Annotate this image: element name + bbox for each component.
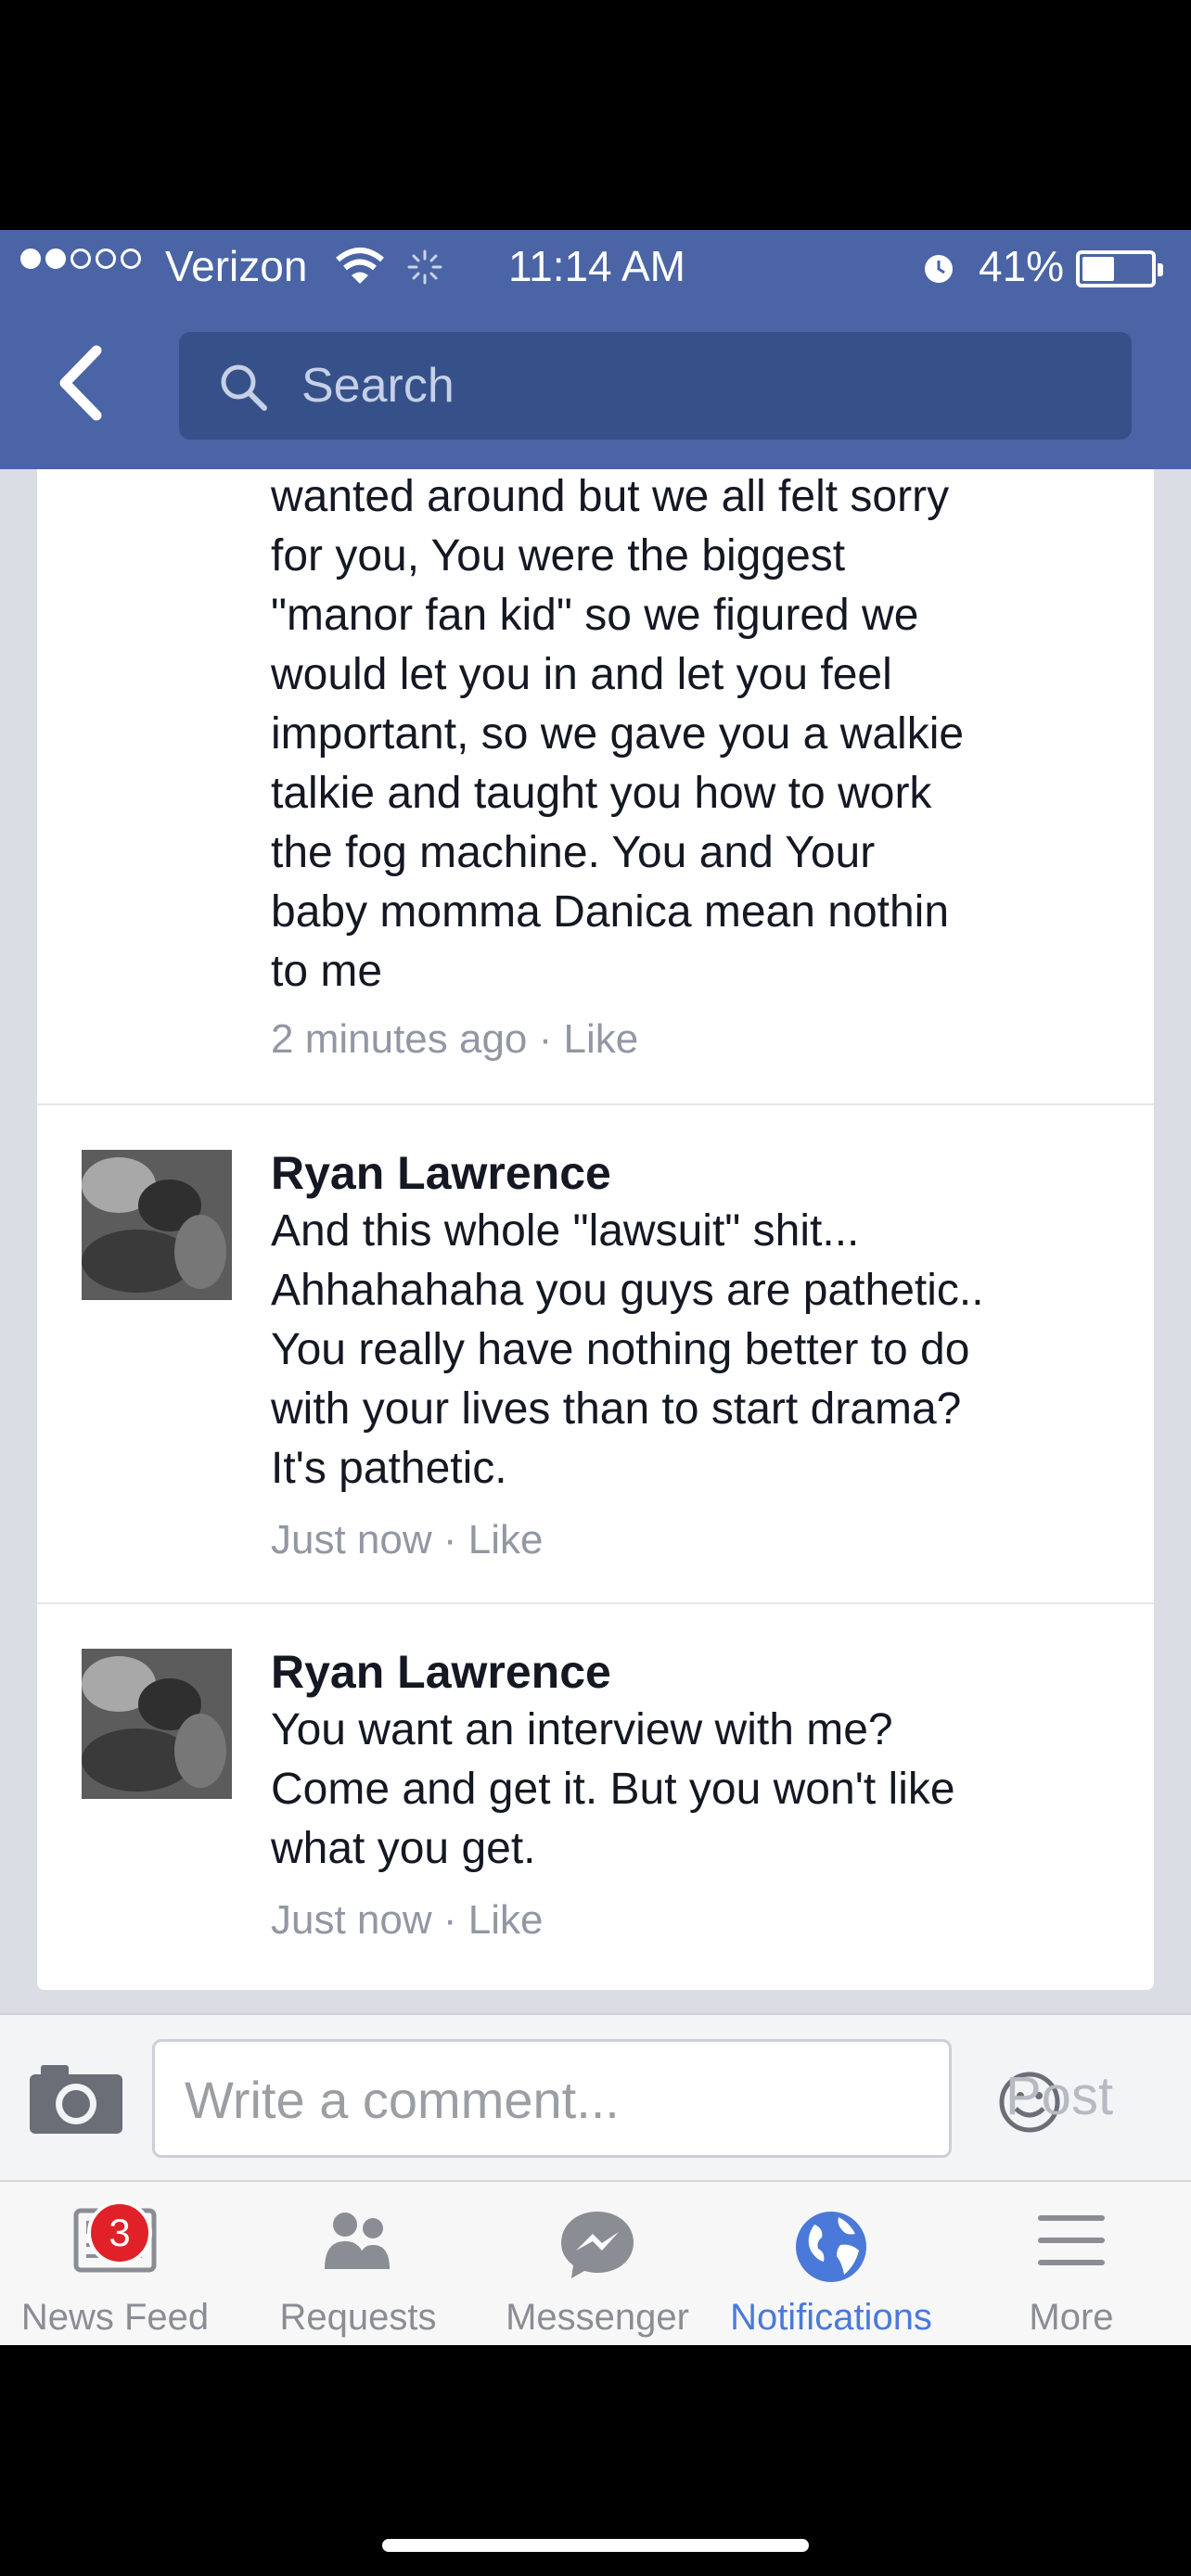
comment-timestamp: Just now xyxy=(271,1517,432,1562)
comment-author[interactable]: Ryan Lawrence xyxy=(271,1146,611,1200)
comment-line: would let you in and let you feel xyxy=(271,650,892,699)
comment-meta: Just now · Like xyxy=(271,1897,544,1943)
comment-timestamp: 2 minutes ago xyxy=(271,1016,528,1062)
battery-percentage: 41% xyxy=(979,242,1065,290)
home-indicator[interactable] xyxy=(382,2539,809,2552)
alarm-icon xyxy=(925,255,953,283)
comment-body: And this whole "lawsuit" shit... Ahhahah… xyxy=(271,1202,984,1498)
comment-line: the fog machine. You and Your xyxy=(271,828,876,877)
header: Verizon 11:14 AM 41% Search xyxy=(0,230,1191,469)
back-arrow-icon[interactable] xyxy=(48,341,113,425)
clock: 11:14 AM xyxy=(508,242,685,290)
menu-icon xyxy=(1038,2215,1105,2265)
comment-line: with your lives than to start drama? xyxy=(271,1384,962,1434)
wifi-icon xyxy=(336,248,384,284)
comment-body: wanted around but we all felt sorry for … xyxy=(271,467,964,1001)
camera-icon[interactable] xyxy=(28,2061,124,2136)
activity-spinner-icon xyxy=(407,249,442,285)
comment-line: baby momma Danica mean nothin xyxy=(271,887,950,937)
battery-icon xyxy=(1076,250,1163,287)
comment-line: Ahhahahaha you guys are pathetic.. xyxy=(271,1266,984,1315)
carrier-name: Verizon xyxy=(165,242,308,290)
tab-label: Notifications xyxy=(730,2297,932,2338)
comment-placeholder: Write a comment... xyxy=(185,2071,620,2129)
comment-line: to me xyxy=(271,947,383,996)
requests-icon xyxy=(325,2213,390,2269)
comment-line: talkie and taught you how to work xyxy=(271,769,932,818)
divider xyxy=(37,1602,1154,1604)
tab-bar: 3 News Feed Requests Messenger Notificat… xyxy=(0,2180,1191,2345)
tab-label: Requests xyxy=(279,2297,437,2338)
tab-requests[interactable]: Requests xyxy=(249,2182,467,2347)
comment-line: for you, You were the biggest xyxy=(271,531,846,580)
comment-line: You really have nothing better to do xyxy=(271,1325,970,1374)
tab-news-feed[interactable]: 3 News Feed xyxy=(0,2182,230,2347)
status-bar: Verizon 11:14 AM 41% xyxy=(0,230,1191,304)
comment-line: And this whole "lawsuit" shit... xyxy=(271,1206,860,1256)
comment-author[interactable]: Ryan Lawrence xyxy=(271,1645,611,1699)
search-input[interactable]: Search xyxy=(179,332,1132,440)
like-link[interactable]: Like xyxy=(564,1016,639,1062)
search-icon xyxy=(221,364,267,411)
tab-notifications[interactable]: Notifications xyxy=(712,2182,950,2347)
comment-line: important, so we gave you a walkie xyxy=(271,709,965,759)
comment-line: what you get. xyxy=(271,1824,536,1873)
comment-composer: Write a comment... Post xyxy=(0,2013,1191,2180)
comment-body: You want an interview with me? Come and … xyxy=(271,1701,955,1879)
comments-feed[interactable]: wanted around but we all felt sorry for … xyxy=(0,469,1191,2013)
comment-timestamp: Just now xyxy=(271,1897,432,1943)
comment-line: "manor fan kid" so we figured we xyxy=(271,591,919,640)
divider xyxy=(37,1103,1154,1105)
comment-meta: Just now · Like xyxy=(271,1517,544,1562)
like-link[interactable]: Like xyxy=(468,1897,544,1943)
search-placeholder: Search xyxy=(301,359,455,413)
tab-label: News Feed xyxy=(20,2297,210,2338)
avatar[interactable] xyxy=(82,1649,232,1799)
notification-badge: 3 xyxy=(87,2200,152,2265)
comment-input[interactable]: Write a comment... xyxy=(152,2039,1060,2158)
tab-label: Messenger xyxy=(506,2297,689,2338)
screen: Verizon 11:14 AM 41% Search wanted aroun… xyxy=(0,0,1191,2576)
comments-card: wanted around but we all felt sorry for … xyxy=(37,469,1154,1990)
messenger-icon xyxy=(561,2212,634,2278)
tab-more[interactable]: More xyxy=(974,2182,1169,2347)
comment-line: Come and get it. But you won't like xyxy=(271,1765,955,1814)
signal-strength-icon xyxy=(20,249,141,269)
avatar[interactable] xyxy=(82,1150,232,1300)
globe-icon xyxy=(796,2212,866,2282)
comment-meta: 2 minutes ago · Like xyxy=(271,1016,639,1062)
post-button[interactable]: Post xyxy=(1005,2065,1113,2127)
comment-line: wanted around but we all felt sorry xyxy=(271,472,950,521)
comment-line: It's pathetic. xyxy=(271,1444,507,1493)
tab-label: More xyxy=(1029,2297,1114,2338)
comment-line: You want an interview with me? xyxy=(271,1705,893,1754)
tab-messenger[interactable]: Messenger xyxy=(486,2182,709,2347)
like-link[interactable]: Like xyxy=(468,1517,544,1562)
